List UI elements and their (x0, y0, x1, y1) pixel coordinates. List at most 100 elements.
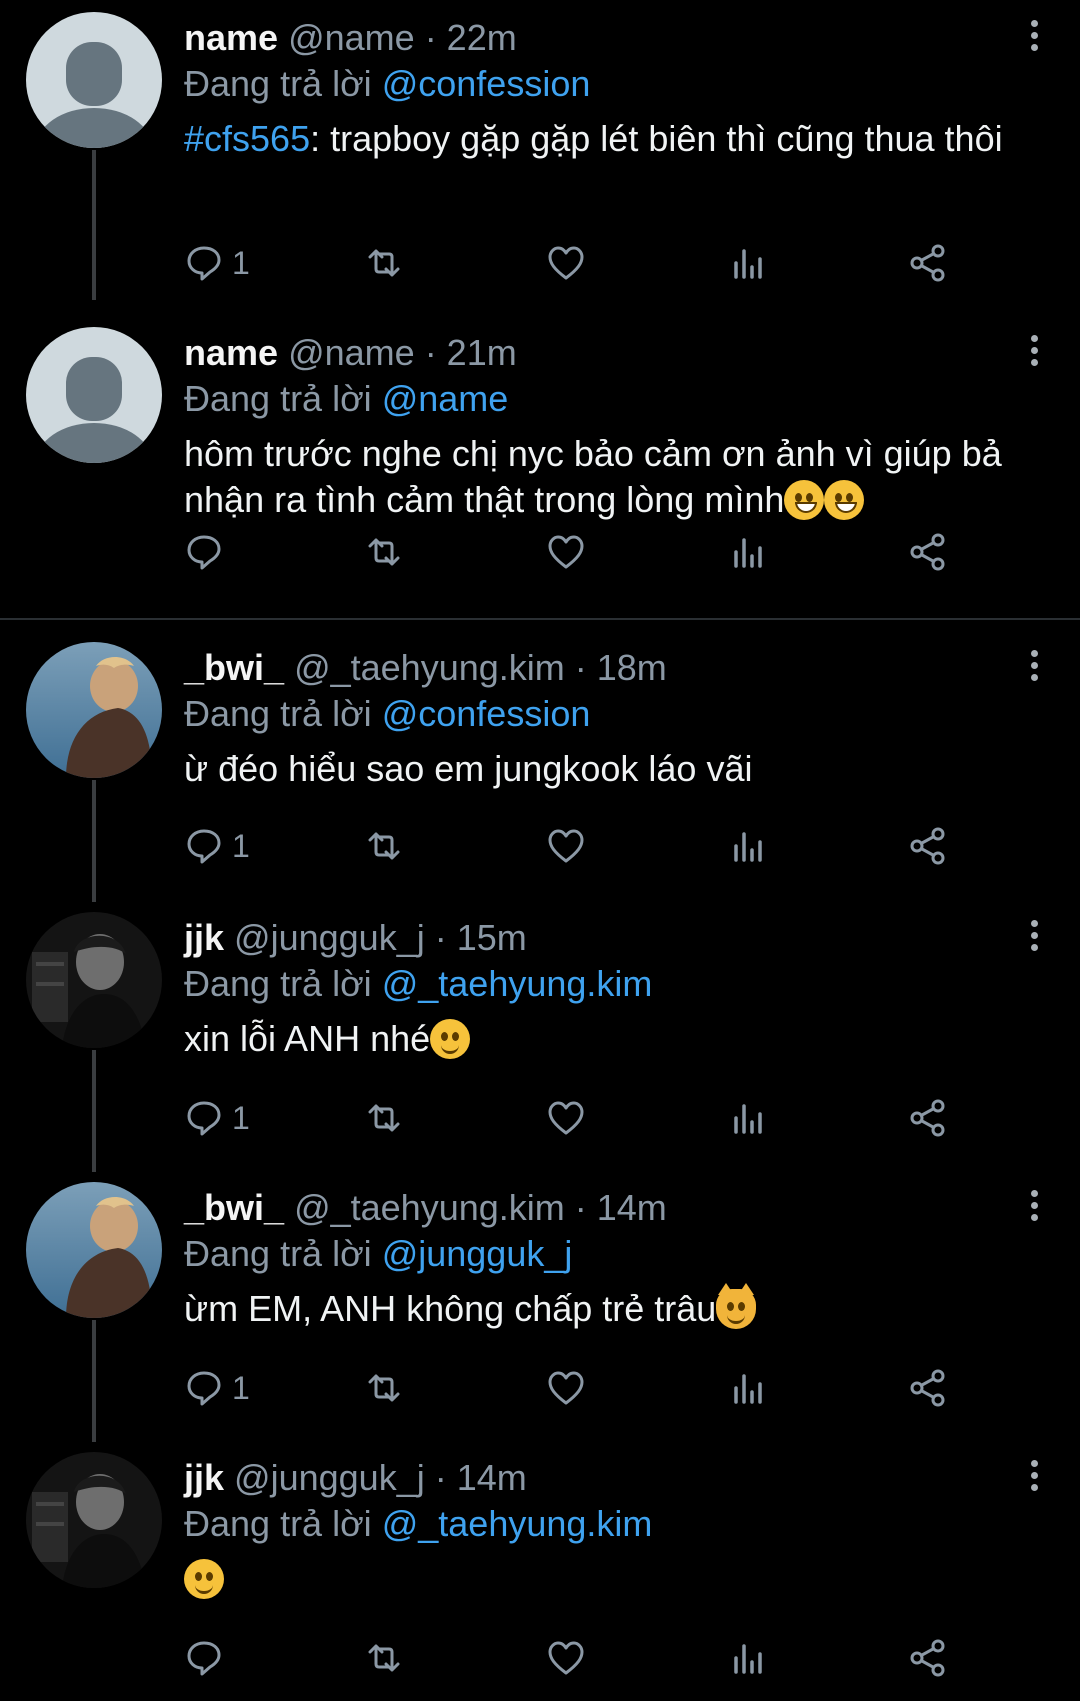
tweet-header: name @name · 21m (184, 329, 517, 377)
like-button[interactable] (546, 1363, 586, 1413)
analytics-icon (734, 538, 762, 568)
timestamp: · 18m (574, 647, 667, 688)
reply-button[interactable]: 1 (184, 821, 250, 871)
display-name[interactable]: name (184, 17, 278, 58)
hashtag[interactable]: #cfs565 (184, 118, 310, 159)
thread-line (92, 1320, 96, 1442)
retweet-button[interactable] (364, 821, 404, 871)
reply-mention[interactable]: @confession (382, 63, 591, 104)
reply-mention[interactable]: @confession (382, 693, 591, 734)
reply-mention[interactable]: @name (382, 378, 509, 419)
more-options-icon[interactable] (1030, 20, 1040, 60)
retweet-button[interactable] (364, 1093, 404, 1143)
avatar[interactable] (26, 642, 162, 778)
analytics-icon (734, 249, 762, 279)
retweet-button[interactable] (364, 238, 404, 288)
views-button[interactable] (728, 238, 768, 288)
tweet[interactable]: name @name · 21m Đang trả lời @name hôm … (0, 315, 1080, 615)
tweet-header: name @name · 22m (184, 14, 517, 62)
share-button[interactable] (908, 1093, 948, 1143)
handle[interactable]: @jungguk_j (234, 917, 425, 958)
like-button[interactable] (546, 821, 586, 871)
more-options-icon[interactable] (1030, 1190, 1040, 1230)
views-button[interactable] (728, 821, 768, 871)
avatar[interactable] (26, 327, 162, 463)
display-name[interactable]: name (184, 332, 278, 373)
action-bar: 1 (184, 1093, 1044, 1143)
views-button[interactable] (728, 1093, 768, 1143)
retweet-button[interactable] (364, 1363, 404, 1413)
heart-icon (548, 829, 584, 863)
reply-context: Đang trả lời @_taehyung.kim (184, 1500, 652, 1548)
like-button[interactable] (546, 238, 586, 288)
tweet-text: hôm trước nghe chị nyc bảo cảm ơn ảnh vì… (184, 431, 1054, 523)
action-bar (184, 527, 1044, 577)
tweet-text (184, 1556, 1054, 1602)
tweet-text: #cfs565: trapboy gặp gặp lét biên thì cũ… (184, 116, 1054, 162)
reply-count: 1 (232, 1369, 250, 1406)
retweet-button[interactable] (364, 527, 404, 577)
tweet[interactable]: name @name · 22m Đang trả lời @confessio… (0, 0, 1080, 300)
more-options-icon[interactable] (1030, 920, 1040, 960)
share-button[interactable] (908, 238, 948, 288)
display-name[interactable]: jjk (184, 1457, 224, 1498)
share-button[interactable] (908, 527, 948, 577)
retweet-button[interactable] (364, 1633, 404, 1683)
reply-mention[interactable]: @_taehyung.kim (382, 963, 653, 1004)
tweet-header: jjk @jungguk_j · 14m (184, 1454, 527, 1502)
reply-button[interactable] (184, 1633, 232, 1683)
views-button[interactable] (728, 527, 768, 577)
reply-prefix: Đang trả lời (184, 63, 372, 104)
handle[interactable]: @name (288, 17, 415, 58)
reply-mention[interactable]: @_taehyung.kim (382, 1503, 653, 1544)
reply-prefix: Đang trả lời (184, 1503, 372, 1544)
action-bar (184, 1633, 1044, 1683)
share-icon (910, 1369, 945, 1407)
tweet[interactable]: jjk @jungguk_j · 14m Đang trả lời @_taeh… (0, 1440, 1080, 1701)
reply-button[interactable]: 1 (184, 1093, 250, 1143)
display-name[interactable]: _bwi_ (184, 1187, 284, 1228)
handle[interactable]: @_taehyung.kim (294, 1187, 565, 1228)
analytics-icon (734, 1644, 762, 1674)
more-options-icon[interactable] (1030, 335, 1040, 375)
share-icon (910, 1099, 945, 1137)
avatar[interactable] (26, 912, 162, 1048)
reply-prefix: Đang trả lời (184, 693, 372, 734)
grinning-squinting-face-emoji (784, 480, 825, 520)
reply-icon (187, 535, 221, 570)
heart-icon (548, 1101, 584, 1135)
like-button[interactable] (546, 1633, 586, 1683)
analytics-icon (734, 832, 762, 862)
timestamp: · 22m (424, 17, 517, 58)
tweet[interactable]: jjk @jungguk_j · 15m Đang trả lời @_taeh… (0, 900, 1080, 1172)
avatar[interactable] (26, 1452, 162, 1588)
reply-icon (187, 246, 221, 281)
reply-button[interactable]: 1 (184, 1363, 250, 1413)
views-button[interactable] (728, 1633, 768, 1683)
display-name[interactable]: jjk (184, 917, 224, 958)
like-button[interactable] (546, 1093, 586, 1143)
more-options-icon[interactable] (1030, 650, 1040, 690)
avatar[interactable] (26, 12, 162, 148)
share-button[interactable] (908, 1633, 948, 1683)
retweet-icon (368, 538, 400, 566)
like-button[interactable] (546, 527, 586, 577)
handle[interactable]: @_taehyung.kim (294, 647, 565, 688)
tweet-text: ừ đéo hiểu sao em jungkook láo vãi (184, 746, 1054, 792)
display-name[interactable]: _bwi_ (184, 647, 284, 688)
reply-mention[interactable]: @jungguk_j (382, 1233, 573, 1274)
handle[interactable]: @name (288, 332, 415, 373)
more-options-icon[interactable] (1030, 1460, 1040, 1500)
share-button[interactable] (908, 1363, 948, 1413)
views-button[interactable] (728, 1363, 768, 1413)
heart-icon (548, 1641, 584, 1675)
avatar[interactable] (26, 1182, 162, 1318)
tweet[interactable]: _bwi_ @_taehyung.kim · 18m Đang trả lời … (0, 630, 1080, 902)
share-button[interactable] (908, 821, 948, 871)
heart-icon (548, 1371, 584, 1405)
handle[interactable]: @jungguk_j (234, 1457, 425, 1498)
reply-button[interactable] (184, 527, 232, 577)
reply-button[interactable]: 1 (184, 238, 250, 288)
action-bar: 1 (184, 238, 1044, 288)
tweet[interactable]: _bwi_ @_taehyung.kim · 14m Đang trả lời … (0, 1170, 1080, 1442)
